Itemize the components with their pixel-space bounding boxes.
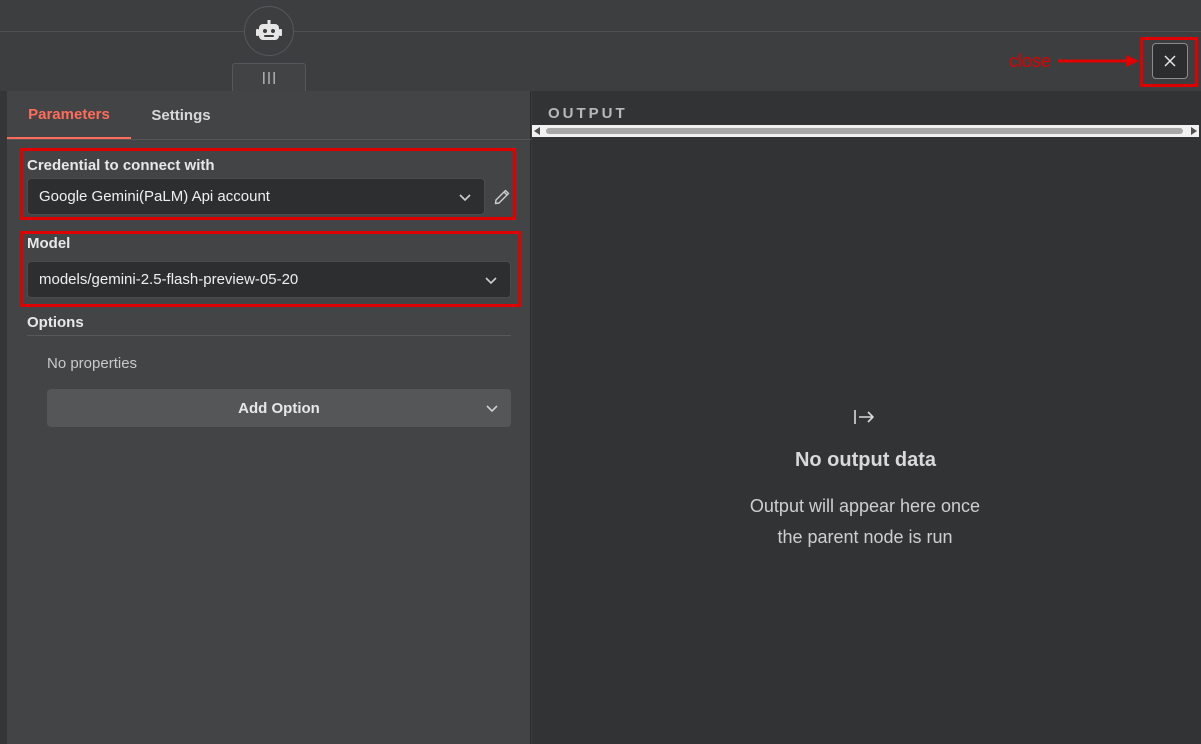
no-output-description: Output will appear here once the parent … bbox=[749, 496, 981, 547]
chevron-down-icon bbox=[486, 405, 498, 413]
chevron-down-icon bbox=[485, 277, 497, 285]
output-panel: OUTPUT No output data Output will appear… bbox=[532, 91, 1201, 744]
output-title: OUTPUT bbox=[548, 105, 628, 122]
node-robot-icon bbox=[244, 6, 294, 56]
panel-drag-handle[interactable] bbox=[232, 63, 306, 91]
top-bar bbox=[0, 0, 1201, 32]
tab-bar: Parameters Settings bbox=[7, 91, 531, 140]
tab-settings[interactable]: Settings bbox=[131, 91, 231, 139]
options-divider bbox=[27, 335, 511, 336]
scrollbar-thumb[interactable] bbox=[546, 128, 1183, 134]
close-icon bbox=[1164, 55, 1176, 67]
annotation-arrow-icon bbox=[1058, 55, 1139, 67]
no-properties-text: No properties bbox=[47, 355, 138, 372]
model-select[interactable]: models/gemini-2.5-flash-preview-05-20 bbox=[27, 261, 511, 298]
pencil-icon[interactable] bbox=[493, 188, 511, 206]
no-output-title: No output data bbox=[794, 449, 937, 471]
credential-value: Google Gemini(PaLM) Api account bbox=[39, 188, 270, 205]
model-value: models/gemini-2.5-flash-preview-05-20 bbox=[39, 271, 299, 288]
left-edge bbox=[0, 91, 7, 744]
chevron-down-icon bbox=[459, 194, 471, 202]
add-option-button[interactable]: Add Option bbox=[47, 389, 511, 427]
credential-select[interactable]: Google Gemini(PaLM) Api account bbox=[27, 178, 485, 215]
close-button[interactable] bbox=[1152, 43, 1188, 79]
credential-label: Credential to connect with bbox=[27, 157, 215, 174]
drag-handle-icon bbox=[263, 71, 275, 84]
arrow-right-to-bar-icon bbox=[854, 410, 874, 424]
options-label: Options bbox=[27, 314, 84, 331]
model-label: Model bbox=[27, 235, 71, 252]
add-option-label: Add Option bbox=[238, 399, 320, 417]
robot-icon bbox=[256, 20, 282, 40]
close-annotation-label: close bbox=[1009, 51, 1052, 71]
parameters-panel: Parameters Settings Credential to connec… bbox=[7, 91, 531, 744]
scroll-left-icon[interactable] bbox=[534, 127, 540, 135]
scroll-right-icon[interactable] bbox=[1191, 127, 1197, 135]
tab-parameters[interactable]: Parameters bbox=[7, 91, 131, 139]
horizontal-scrollbar[interactable] bbox=[532, 125, 1199, 137]
